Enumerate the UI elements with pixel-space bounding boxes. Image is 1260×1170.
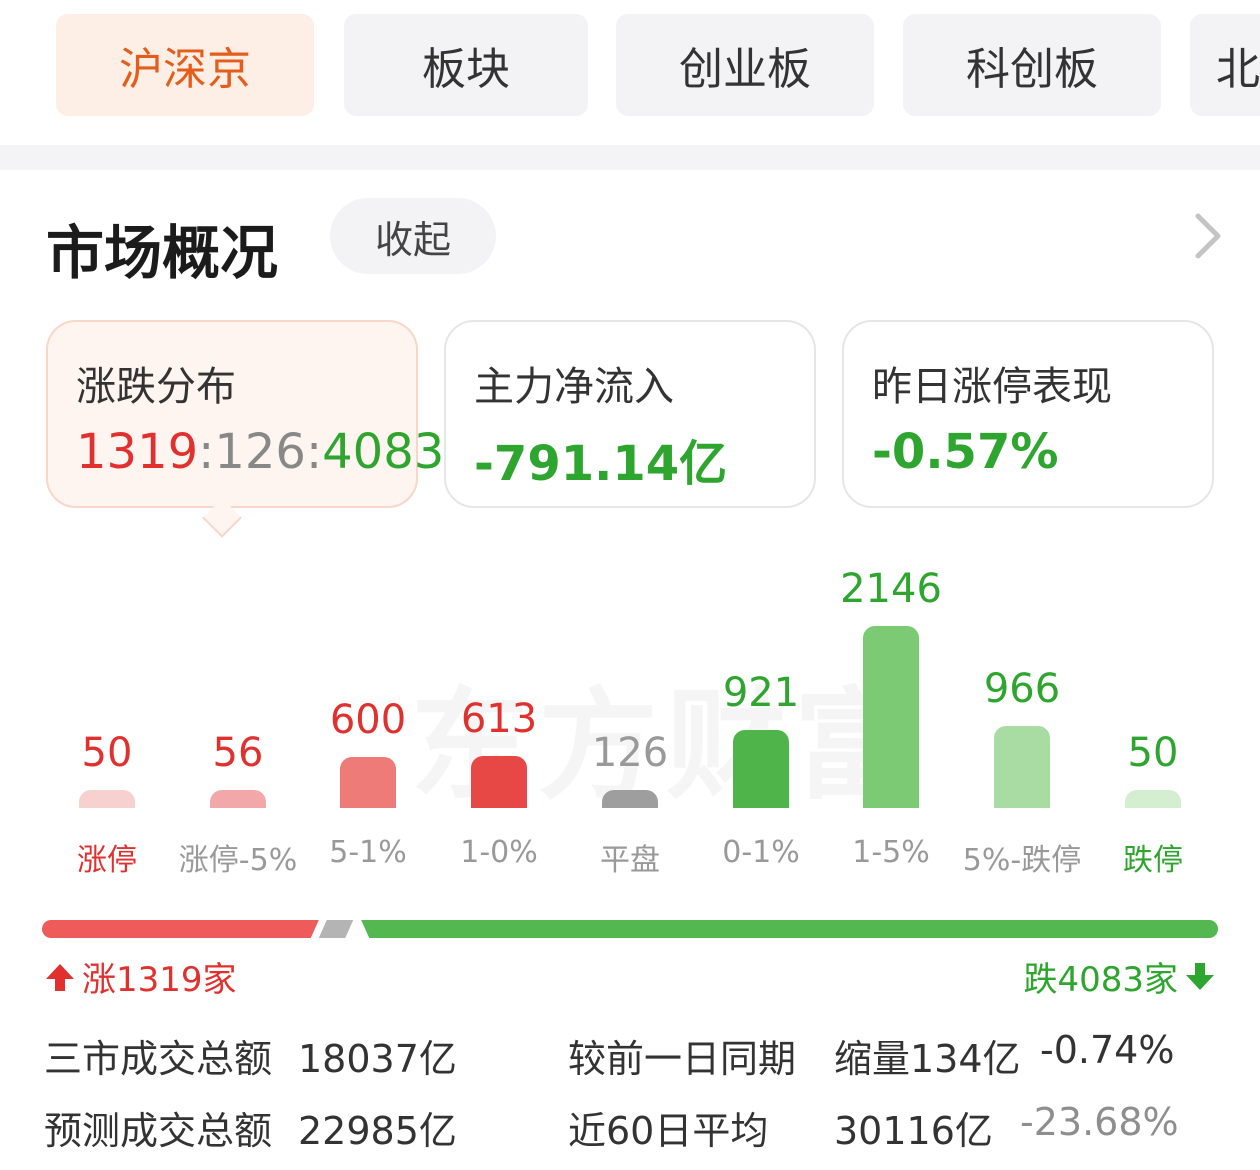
total-turnover-label: 三市成交总额 xyxy=(44,1037,273,1081)
tab-beijing[interactable]: 北 xyxy=(1190,14,1260,116)
sixty-day-avg-pct: -23.68% xyxy=(1020,1100,1179,1144)
chart-bar xyxy=(602,790,658,808)
chart-bar xyxy=(210,790,266,808)
ratio-flat-segment xyxy=(318,920,354,938)
flat-count-value: 126 xyxy=(214,424,306,480)
tab-hushenjing[interactable]: 沪深京 xyxy=(56,14,314,116)
chart-category-label: 涨停 xyxy=(77,843,137,878)
down-total: 跌4083家 xyxy=(1023,952,1216,1001)
arrow-up-icon xyxy=(46,963,74,991)
chart-category-label: 5%-跌停 xyxy=(962,843,1082,878)
down-total-label: 跌4083家 xyxy=(1023,960,1178,1000)
chart-bar xyxy=(471,756,527,808)
chart-bar-value: 966 xyxy=(983,666,1061,712)
stat-value: -0.57% xyxy=(872,424,1059,480)
section-divider xyxy=(0,145,1260,170)
tab-star-market[interactable]: 科创板 xyxy=(903,14,1161,116)
stat-label: 昨日涨停表现 xyxy=(872,364,1112,410)
chart-category-label: 1-0% xyxy=(460,835,538,870)
collapse-button[interactable]: 收起 xyxy=(330,198,496,274)
up-count-value: 1319 xyxy=(76,424,199,480)
ratio-separator: : xyxy=(305,424,323,480)
chart-bar-value: 2146 xyxy=(840,566,942,612)
chart-bar xyxy=(733,730,789,808)
chart-bar-value: 600 xyxy=(329,697,407,743)
market-overview-card: 市场概况 收起 涨跌分布 1319:126:4083 主力净流入 -791.14… xyxy=(0,170,1260,1170)
forecast-turnover-label: 预测成交总额 xyxy=(44,1109,273,1153)
stat-up-down-distribution[interactable]: 涨跌分布 1319:126:4083 xyxy=(46,320,444,508)
volume-change-pct: -0.74% xyxy=(1040,1028,1175,1072)
arrow-down-icon xyxy=(1186,962,1214,990)
chart-category-label: 平盘 xyxy=(600,843,660,878)
sixty-day-avg-value: 30116亿 xyxy=(834,1109,993,1153)
chart-category-label: 跌停 xyxy=(1123,843,1183,878)
chart-bar-value: 613 xyxy=(460,696,538,742)
chart-category-label: 0-1% xyxy=(722,835,800,870)
chart-category-label: 涨停-5% xyxy=(178,843,298,878)
chart-bar xyxy=(863,626,919,808)
stat-value: -791.14亿 xyxy=(474,436,728,492)
sixty-day-avg-label: 近60日平均 xyxy=(568,1109,769,1153)
chart-category-label: 5-1% xyxy=(329,835,407,870)
up-total-label: 涨1319家 xyxy=(82,960,237,1000)
tab-chinext[interactable]: 创业板 xyxy=(616,14,874,116)
stat-label: 主力净流入 xyxy=(474,364,674,410)
up-total: 涨1319家 xyxy=(44,952,237,1001)
ratio-down-segment xyxy=(361,920,1218,938)
stat-yesterday-limit-up[interactable]: 昨日涨停表现 -0.57% xyxy=(842,320,1214,508)
chart-bar-value: 921 xyxy=(722,670,800,716)
section-title: 市场概况 xyxy=(46,219,279,287)
up-down-distribution-chart: 50 涨停 56 涨停-5% 600 5-1% 613 1-0% 126 平盘 921 0-1% 214… xyxy=(0,550,1260,880)
chart-bar-value: 126 xyxy=(591,730,669,776)
prev-day-compare-label: 较前一日同期 xyxy=(568,1037,797,1081)
chart-bar-value: 56 xyxy=(212,730,264,776)
chart-bar xyxy=(994,726,1050,808)
tab-sector[interactable]: 板块 xyxy=(344,14,588,116)
chevron-right-icon[interactable] xyxy=(1188,210,1228,262)
down-count-value: 4083 xyxy=(322,424,445,480)
stat-main-net-inflow[interactable]: 主力净流入 -791.14亿 xyxy=(444,320,816,508)
volume-change-value: 缩量134亿 xyxy=(834,1037,1021,1081)
market-tab-bar: 沪深京 板块 创业板 科创板 北 xyxy=(0,0,1260,145)
chart-bar xyxy=(79,790,135,808)
chart-bar-value: 50 xyxy=(81,730,133,776)
ratio-separator: : xyxy=(198,424,215,480)
stat-value: 1319:126:4083 xyxy=(76,424,444,480)
ratio-up-segment xyxy=(42,920,319,938)
chart-bar-value: 50 xyxy=(1127,730,1179,776)
chart-bar xyxy=(340,757,396,808)
up-down-ratio-bar xyxy=(42,920,1218,938)
stat-label: 涨跌分布 xyxy=(76,364,236,410)
total-turnover-value: 18037亿 xyxy=(298,1037,457,1081)
chart-bar xyxy=(1125,790,1181,808)
forecast-turnover-value: 22985亿 xyxy=(298,1109,457,1153)
chart-category-label: 1-5% xyxy=(852,835,930,870)
